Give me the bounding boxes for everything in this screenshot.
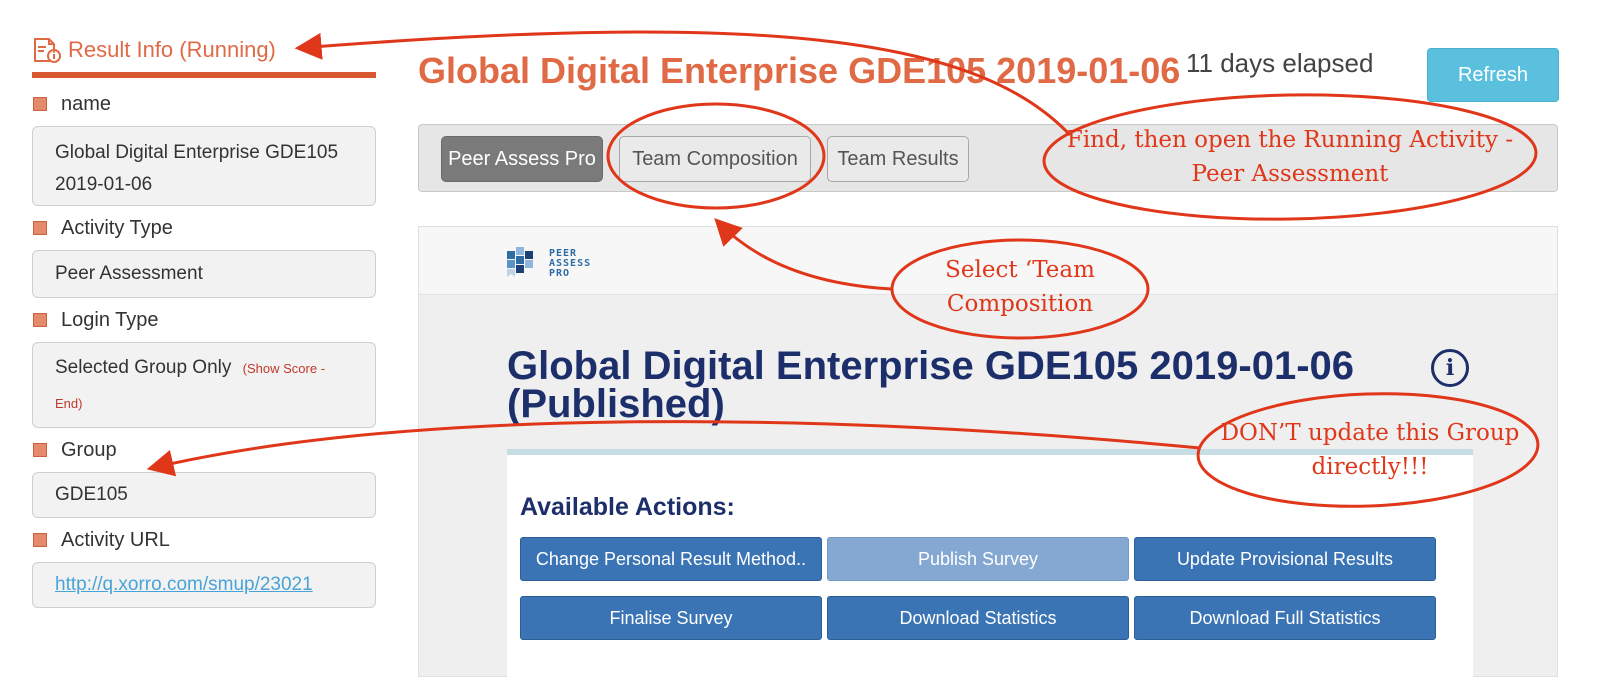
bullet-square-icon xyxy=(33,97,47,111)
refresh-button[interactable]: Refresh xyxy=(1427,48,1559,102)
page-title: Global Digital Enterprise GDE105 2019-01… xyxy=(418,50,1181,91)
annotation-dont-update-group: DON’T update this Group directly!!! xyxy=(1220,420,1520,480)
field-label-activity-type: Activity Type xyxy=(32,206,376,250)
bullet-square-icon xyxy=(33,221,47,235)
logo-mark-icon xyxy=(507,247,533,277)
field-label-group: Group xyxy=(32,428,376,472)
name-field: Global Digital Enterprise GDE105 2019-01… xyxy=(32,126,376,206)
download-full-statistics-button[interactable]: Download Full Statistics xyxy=(1134,596,1436,640)
field-label-login-type: Login Type xyxy=(32,298,376,342)
activity-type-value: Peer Assessment xyxy=(55,263,203,284)
finalise-survey-button[interactable]: Finalise Survey xyxy=(520,596,822,640)
field-label-name: name xyxy=(32,82,376,126)
activity-type-label: Activity Type xyxy=(61,216,173,239)
bullet-square-icon xyxy=(33,313,47,327)
annotation-find-running-activity: Find, then open the Running Activity - P… xyxy=(1066,127,1514,187)
header-divider xyxy=(32,72,376,78)
name-label: name xyxy=(61,92,112,115)
activity-url-label: Activity URL xyxy=(61,528,170,551)
elapsed-time: 11 days elapsed xyxy=(1186,48,1374,78)
download-statistics-button[interactable]: Download Statistics xyxy=(827,596,1129,640)
logo-line-3: PRO xyxy=(549,268,571,279)
document-info-icon xyxy=(34,38,61,63)
annotation-select-team-composition: Select ‘Team Composition xyxy=(945,257,1095,317)
login-type-field: Selected Group Only (Show Score - End) xyxy=(32,342,376,428)
logo-wordmark: PEER ASSESS PRO xyxy=(549,249,591,279)
group-field: GDE105 xyxy=(32,472,376,518)
result-info-sidebar: Result Info (Running) name Global Digita… xyxy=(32,30,376,608)
result-info-title: Result Info (Running) xyxy=(68,37,276,62)
login-type-label: Login Type xyxy=(61,308,159,331)
bullet-square-icon xyxy=(33,443,47,457)
group-label: Group xyxy=(61,438,117,461)
published-activity-title: Global Digital Enterprise GDE105 2019-01… xyxy=(507,344,1355,426)
field-label-activity-url: Activity URL xyxy=(32,518,376,562)
peer-assess-pro-logo: PEER ASSESS PRO xyxy=(507,247,591,281)
info-icon[interactable]: i xyxy=(1431,349,1469,387)
name-value: Global Digital Enterprise GDE105 2019-01… xyxy=(55,142,339,195)
bullet-square-icon xyxy=(33,533,47,547)
group-value: GDE105 xyxy=(55,484,128,505)
result-info-header: Result Info (Running) xyxy=(32,30,376,70)
login-type-value: Selected Group Only xyxy=(55,357,232,378)
activity-url-field: http://q.xorro.com/smup/23021 xyxy=(32,562,376,608)
activity-type-field: Peer Assessment xyxy=(32,250,376,298)
available-actions-title: Available Actions: xyxy=(520,493,735,521)
tab-team-results[interactable]: Team Results xyxy=(827,136,969,182)
publish-survey-button[interactable]: Publish Survey xyxy=(827,537,1129,581)
tab-peer-assess-pro[interactable]: Peer Assess Pro xyxy=(441,136,603,182)
tab-team-composition[interactable]: Team Composition xyxy=(619,136,811,182)
change-personal-result-method-button[interactable]: Change Personal Result Method.. xyxy=(520,537,822,581)
update-provisional-results-button[interactable]: Update Provisional Results xyxy=(1134,537,1436,581)
activity-url-link[interactable]: http://q.xorro.com/smup/23021 xyxy=(55,574,313,595)
